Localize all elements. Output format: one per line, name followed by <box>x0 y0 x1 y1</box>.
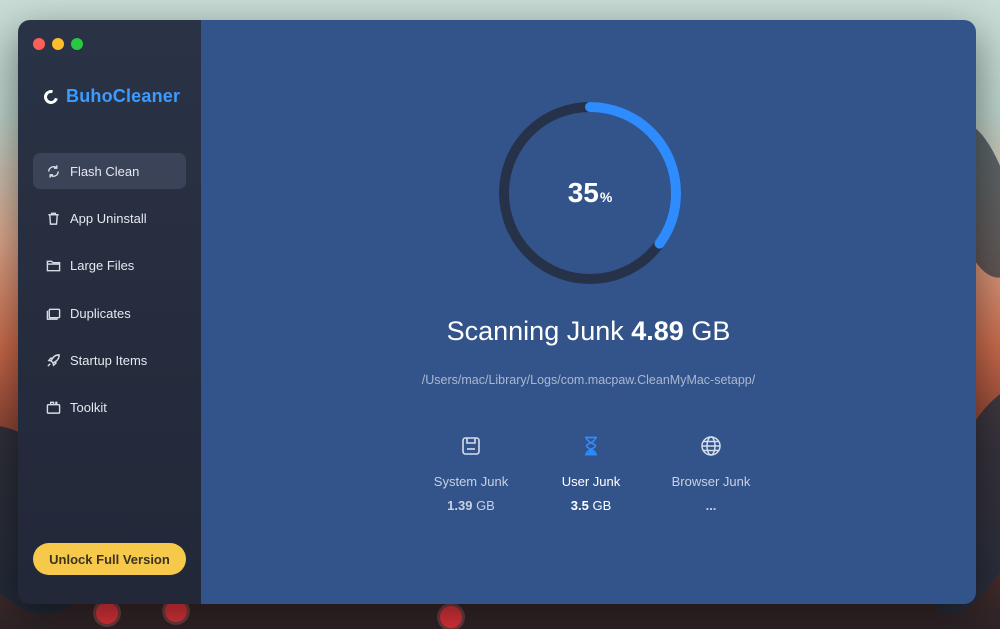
close-window-button[interactable] <box>33 38 45 50</box>
sidebar-item-duplicates[interactable]: Duplicates <box>33 295 186 331</box>
wallpaper-flower <box>440 606 462 628</box>
category-label: User Junk <box>561 474 621 489</box>
scan-status-title: Scanning Junk 4.89 GB <box>201 316 976 347</box>
category-label: Browser Junk <box>671 474 751 489</box>
window-controls <box>33 38 83 50</box>
progress-ring: 35 % <box>497 100 683 286</box>
sidebar-item-flash-clean[interactable]: Flash Clean <box>33 153 186 189</box>
buhocleaner-logo-icon <box>41 86 61 107</box>
sidebar-item-large-files[interactable]: Large Files <box>33 248 186 284</box>
app-brand: BuhoCleaner <box>41 86 181 107</box>
main-panel: 35 % Scanning Junk 4.89 GB /Users/mac/Li… <box>201 20 976 604</box>
percent-sign: % <box>599 189 613 205</box>
category-value-unit: GB <box>592 498 612 513</box>
category-value: 1.39 GB <box>411 498 531 513</box>
wallpaper-flower <box>96 602 118 624</box>
unlock-full-version-button[interactable]: Unlock Full Version <box>33 543 186 575</box>
sidebar-item-startup-items[interactable]: Startup Items <box>33 343 186 379</box>
duplicates-icon <box>45 305 61 321</box>
progress-value: 35 <box>567 177 599 208</box>
sidebar-item-label: App Uninstall <box>70 210 147 226</box>
category-label: System Junk <box>433 474 509 489</box>
globe-icon <box>651 432 771 460</box>
category-value: ... <box>651 498 771 513</box>
sidebar-item-label: Startup Items <box>70 353 148 369</box>
toolkit-icon <box>45 400 61 416</box>
junk-categories: System Junk 1.39 GB User Junk 3.5 GB Bro… <box>411 432 771 513</box>
sidebar-item-toolkit[interactable]: Toolkit <box>33 390 186 426</box>
minimize-window-button[interactable] <box>52 38 64 50</box>
zoom-window-button[interactable] <box>71 38 83 50</box>
category-system-junk: System Junk 1.39 GB <box>411 432 531 513</box>
scan-title-prefix: Scanning Junk <box>446 316 624 346</box>
sidebar-item-label: Large Files <box>70 258 135 274</box>
progress-percent: 35 % <box>497 100 683 286</box>
scanned-size-unit: GB <box>691 316 731 346</box>
sidebar-nav: Flash Clean App Uninstall Large Files Du… <box>33 153 186 437</box>
current-scan-path: /Users/mac/Library/Logs/com.macpaw.Clean… <box>421 373 756 387</box>
category-user-junk: User Junk 3.5 GB <box>531 432 651 513</box>
category-browser-junk: Browser Junk ... <box>651 432 771 513</box>
sidebar: BuhoCleaner Flash Clean App Uninstall La… <box>18 20 201 604</box>
folder-icon <box>45 258 61 274</box>
trash-icon <box>45 210 61 226</box>
sidebar-item-label: Duplicates <box>70 305 131 321</box>
save-icon <box>411 432 531 460</box>
refresh-icon <box>45 163 61 179</box>
app-name: BuhoCleaner <box>66 86 181 106</box>
sidebar-item-label: Flash Clean <box>70 163 140 179</box>
category-value-unit: GB <box>476 498 495 513</box>
rocket-icon <box>45 353 61 369</box>
category-value-number: ... <box>705 498 717 513</box>
sidebar-item-label: Toolkit <box>70 400 107 416</box>
hourglass-icon <box>531 432 651 460</box>
category-value-number: 1.39 <box>447 498 473 513</box>
scanned-size-number: 4.89 <box>631 316 684 346</box>
category-value: 3.5 GB <box>531 498 651 513</box>
sidebar-item-app-uninstall[interactable]: App Uninstall <box>33 200 186 236</box>
app-window: BuhoCleaner Flash Clean App Uninstall La… <box>18 20 976 604</box>
category-value-number: 3.5 <box>570 498 589 513</box>
